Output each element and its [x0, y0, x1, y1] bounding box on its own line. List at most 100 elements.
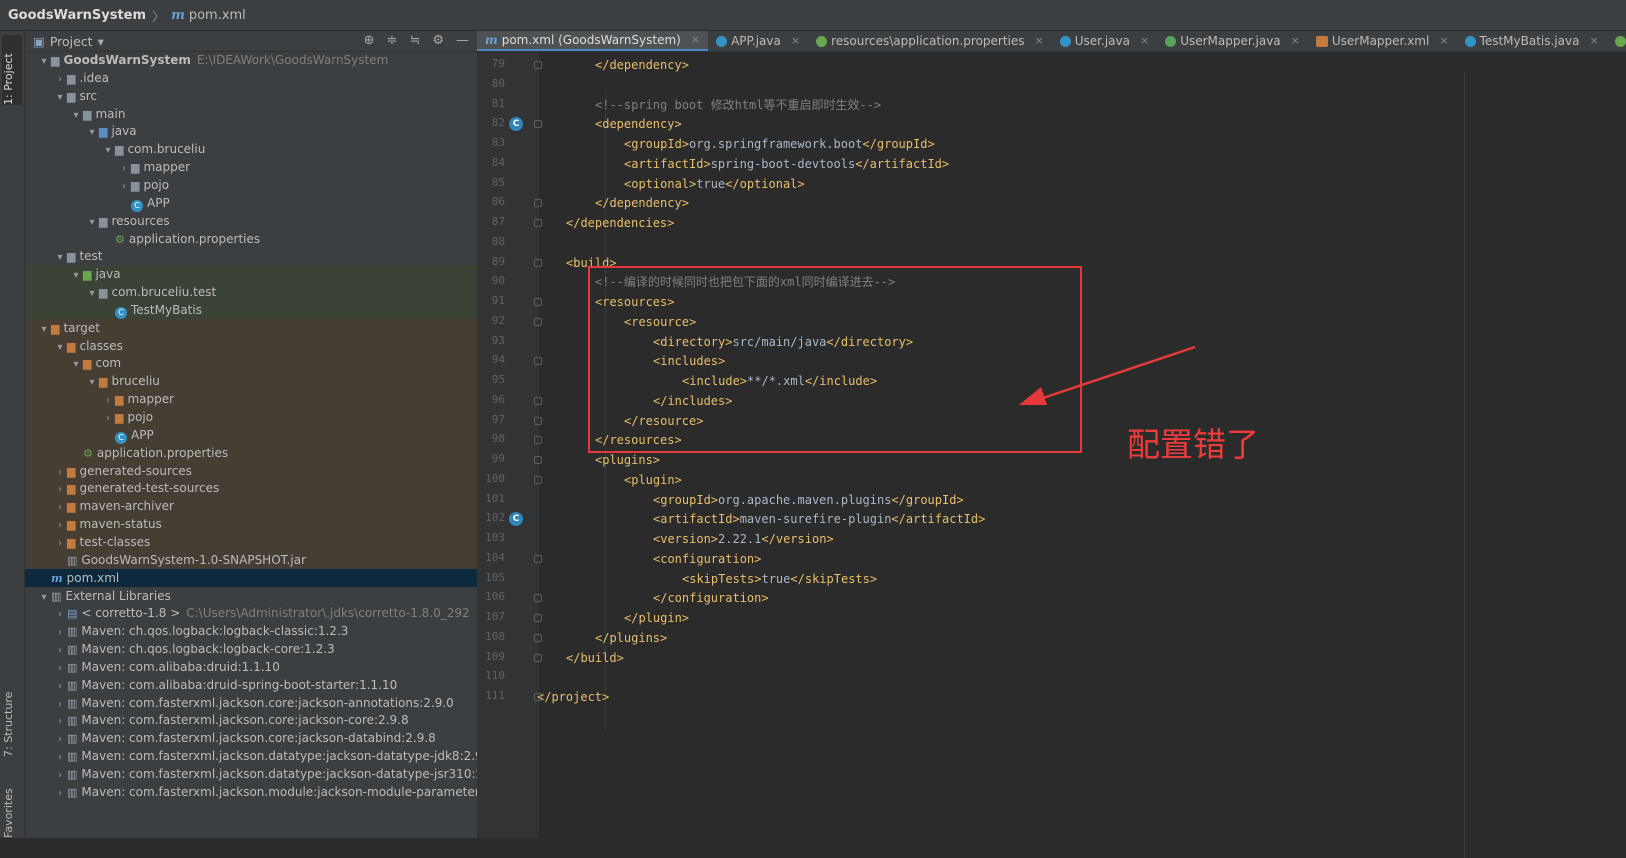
breadcrumb-project[interactable]: GoodsWarnSystem [8, 8, 146, 23]
editor-tab[interactable]: UserMapper.xml × [1308, 31, 1457, 51]
tree-item[interactable]: › ▥ Maven: ch.qos.logback:logback-classic:… [25, 622, 477, 640]
tree-item[interactable]: › ▥ Maven: com.fasterxml.jackson.core:jack… [25, 729, 477, 747]
code-line[interactable]: </plugins> [595, 628, 667, 648]
tree-item-label: Maven: com.fasterxml.jackson.module:jack… [81, 784, 477, 799]
tree-item[interactable]: C APP [25, 425, 477, 444]
tree-item[interactable]: ▾ ▆ java [25, 265, 477, 284]
maven-file-icon: m [171, 7, 185, 23]
editor-tab[interactable]: APP.java × [708, 31, 808, 51]
tree-item[interactable]: ▾ ▆ bruceliu [25, 372, 477, 391]
tree-item[interactable]: › ▥ Maven: com.alibaba:druid:1.1.10 [25, 658, 477, 676]
locate-icon[interactable]: ⊕ [364, 33, 375, 48]
code-line[interactable]: <artifactId>maven-surefire-plugin</artif… [653, 509, 985, 529]
code-line[interactable]: </build> [566, 648, 624, 668]
tree-item[interactable]: › ▆ maven-status [25, 515, 477, 534]
expand-all-icon[interactable]: ≑ [387, 33, 398, 48]
code-line[interactable]: </dependency> [595, 55, 689, 75]
close-icon[interactable]: × [1035, 31, 1044, 51]
tree-item[interactable]: › ▆ generated-sources [25, 461, 477, 480]
code-line[interactable]: </dependency> [595, 193, 689, 213]
editor-tab[interactable]: resources\application.properties × [808, 31, 1052, 51]
tree-item[interactable]: › ▆ mapper [25, 158, 477, 176]
code-line[interactable]: </project> [537, 687, 609, 707]
code-line[interactable]: <!--spring boot 修改html等不重启即时生效--> [595, 95, 881, 115]
structure-tool-tab[interactable]: 7: Structure [2, 681, 22, 757]
code-line[interactable]: <dependency> [595, 114, 682, 134]
tree-item[interactable]: ▾ ▆ com [25, 354, 477, 373]
close-icon[interactable]: × [1439, 31, 1448, 51]
close-icon[interactable]: × [1589, 31, 1598, 51]
tree-item[interactable]: ▥ GoodsWarnSystem-1.0-SNAPSHOT.jar [25, 550, 477, 569]
close-icon[interactable]: × [691, 31, 700, 50]
tree-item[interactable]: › ▆ generated-test-sources [25, 479, 477, 498]
code-line[interactable]: <groupId>org.apache.maven.plugins</group… [653, 490, 964, 510]
code-line[interactable]: </plugin> [624, 608, 689, 628]
editor-tab[interactable]: User.java × [1052, 31, 1157, 51]
tree-item[interactable]: › ▆ .idea [25, 69, 477, 87]
xml-text: 2.22.1 [718, 532, 762, 546]
favorites-tool-tab[interactable]: Favorites [2, 769, 22, 838]
editor-tab[interactable]: m pom.xml (GoodsWarnSystem) × [477, 31, 709, 51]
folder-icon: ▆ [99, 375, 108, 389]
tree-item[interactable]: ▾ ▆ main [25, 105, 477, 123]
chevron-down-icon[interactable]: ▾ [98, 34, 104, 49]
editor-tab[interactable]: UserMapper.java × [1157, 31, 1308, 51]
editor-tab[interactable]: classes\applic [1607, 31, 1626, 51]
tree-item[interactable]: ⚙ application.properties [25, 230, 477, 248]
breadcrumb-file[interactable]: pom.xml [189, 8, 246, 23]
tree-item[interactable]: ▾ ▆ test [25, 247, 477, 265]
tree-item[interactable]: › ▆ maven-archiver [25, 497, 477, 516]
spring-bean-gutter-icon[interactable]: C [509, 512, 523, 527]
code-line[interactable]: <skipTests>true</skipTests> [682, 569, 877, 589]
tree-item[interactable]: › ▆ pojo [25, 176, 477, 194]
close-icon[interactable]: × [1291, 31, 1300, 51]
tree-item[interactable]: › ▥ Maven: com.fasterxml.jackson.datatype:… [25, 765, 477, 783]
code-line[interactable]: <optional>true</optional> [624, 174, 805, 194]
tree-item[interactable]: ▾ ▆ src [25, 87, 477, 105]
tree-item[interactable]: › ▥ Maven: com.fasterxml.jackson.core:jack… [25, 711, 477, 729]
tree-item[interactable]: › ▥ Maven: ch.qos.logback:logback-core:1.2… [25, 640, 477, 658]
code-line[interactable]: <groupId>org.springframework.boot</group… [624, 134, 935, 154]
tree-item[interactable]: › ▆ mapper [25, 390, 477, 409]
code-line[interactable]: <plugin> [624, 470, 682, 490]
tree-item[interactable]: C TestMyBatis [25, 300, 477, 319]
tree-item[interactable]: › ▆ pojo [25, 408, 477, 426]
tree-item[interactable]: ▾ ▆ target [25, 318, 477, 337]
tree-item[interactable]: ⚙ application.properties [25, 443, 477, 462]
chevron-right-icon[interactable]: › [53, 785, 67, 803]
code-line[interactable]: <artifactId>spring-boot-devtools</artifa… [624, 154, 949, 174]
tree-item[interactable]: › ▥ Maven: com.alibaba:druid-spring-boot-s… [25, 676, 477, 694]
panel-title[interactable]: Project [50, 34, 93, 49]
tree-item[interactable]: ▾ ▆ classes [25, 336, 477, 355]
close-icon[interactable]: × [791, 31, 800, 51]
project-tool-tab[interactable]: 1: Project [2, 35, 22, 105]
hide-icon[interactable]: — [456, 33, 469, 48]
tree-item[interactable]: › ▥ Maven: com.fasterxml.jackson.core:jack… [25, 694, 477, 712]
tree-item[interactable]: ▾ ▆ java [25, 122, 477, 140]
folder-icon: ▆ [67, 500, 76, 514]
tree-item[interactable]: › ▤ < corretto-1.8 > C:\Users\Administrator… [25, 604, 477, 622]
tree-item[interactable]: › ▥ Maven: com.fasterxml.jackson.datatype:… [25, 747, 477, 765]
folder-icon: ▆ [83, 357, 92, 371]
close-icon[interactable]: × [1140, 31, 1149, 51]
tree-item[interactable]: C APP [25, 194, 477, 212]
tree-item[interactable]: ▾ ▥ External Libraries [25, 587, 477, 605]
code-line[interactable]: <version>2.22.1</version> [653, 529, 834, 549]
spring-bean-gutter-icon[interactable]: C [509, 117, 523, 132]
tree-item[interactable]: ▾ ▆ com.bruceliu [25, 140, 477, 158]
editor-tab[interactable]: TestMyBatis.java × [1457, 31, 1607, 51]
tree-item[interactable]: ▾ ▆ com.bruceliu.test [25, 283, 477, 302]
tree-item[interactable]: ▾ ▆ resources [25, 212, 477, 230]
code-line[interactable]: <plugins> [595, 450, 660, 470]
code-line[interactable]: </configuration> [653, 588, 769, 608]
line-number: 97 [491, 412, 505, 426]
tree-item-label: java [111, 124, 137, 139]
tree-item[interactable]: › ▥ Maven: com.fasterxml.jackson.module:ja… [25, 783, 477, 801]
collapse-all-icon[interactable]: ≒ [409, 33, 420, 48]
gear-icon[interactable]: ⚙ [432, 33, 444, 48]
tree-item[interactable]: › ▆ test-classes [25, 532, 477, 551]
tree-item[interactable]: m pom.xml [25, 568, 477, 587]
tree-item[interactable]: ▾ ▆ GoodsWarnSystem E:\IDEAWork\GoodsWarnSy… [25, 51, 477, 69]
code-line[interactable]: <configuration> [653, 549, 761, 569]
code-line[interactable]: </dependencies> [566, 213, 674, 233]
